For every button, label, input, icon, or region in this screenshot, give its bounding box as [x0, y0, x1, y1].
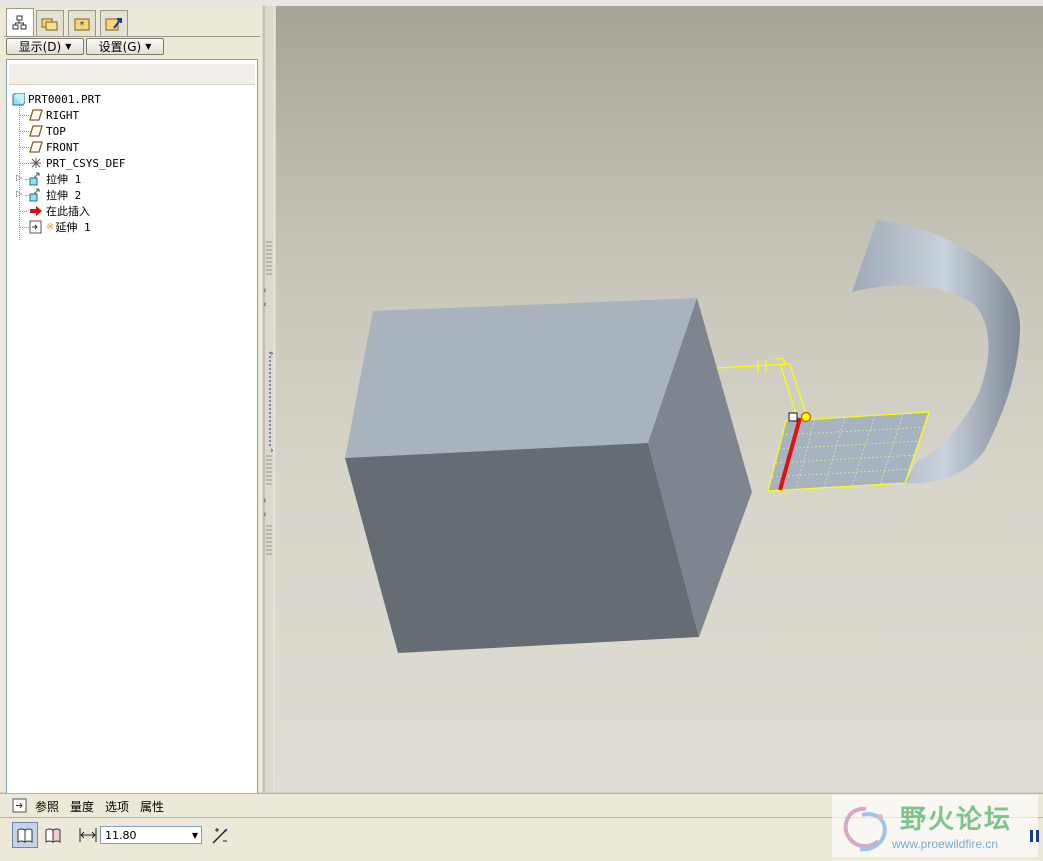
tab-model-tree[interactable] — [6, 8, 34, 36]
dimension-leader[interactable] — [716, 357, 807, 415]
same-surface-button[interactable] — [12, 822, 38, 848]
box-top-face[interactable] — [345, 298, 697, 458]
settings-menu-button[interactable]: 设置(G) ▼ — [86, 38, 164, 55]
forum-watermark: 野火论坛 www.proewildfire.cn — [832, 795, 1038, 857]
tree-item-csys[interactable]: PRT_CSYS_DEF — [29, 155, 125, 171]
extend-feature-icon — [29, 220, 43, 234]
tree-item-part[interactable]: PRT0001.PRT — [11, 91, 101, 107]
tree-item-insert-here[interactable]: 在此插入 — [29, 203, 90, 219]
show-menu-label: 显示(D) — [18, 40, 62, 54]
flip-direction-icon[interactable] — [210, 826, 232, 849]
tree-item-label: FRONT — [46, 140, 80, 154]
favorites-icon: * — [74, 18, 90, 31]
tree-item-label: PRT_CSYS_DEF — [46, 156, 126, 170]
model-tree-header — [9, 64, 255, 85]
distance-value-field[interactable]: 11.80 ▼ — [100, 826, 202, 844]
drag-handle-square[interactable] — [788, 412, 798, 422]
connections-icon — [105, 17, 122, 30]
tangent-surface-button[interactable] — [42, 824, 64, 846]
splitter-grip: ‹ ‹ › › ‹ ‹ — [263, 6, 275, 792]
model-graphics[interactable] — [276, 6, 1043, 792]
tree-item-label: 在此插入 — [46, 205, 90, 218]
watermark-title: 野火论坛 — [900, 805, 1013, 835]
tree-item-label: 拉伸 1 — [46, 173, 82, 186]
model-tree-icon — [12, 15, 27, 29]
extrude-icon — [29, 188, 43, 202]
datum-plane-icon — [29, 124, 43, 138]
tree-item-extrude-1[interactable]: 拉伸 1 — [29, 171, 81, 187]
tab-measures[interactable]: 量度 — [70, 798, 94, 815]
distance-icon — [78, 826, 98, 847]
tree-item-label: RIGHT — [46, 108, 80, 122]
book-arrow-icon — [45, 828, 61, 843]
tab-favorites[interactable]: * — [68, 10, 96, 36]
graphics-viewport[interactable] — [276, 6, 1043, 792]
tree-item-datum-top[interactable]: TOP — [29, 123, 66, 139]
expand-triangle-icon[interactable]: ▷ — [16, 189, 22, 198]
tree-item-label: PRT0001.PRT — [28, 92, 101, 106]
tab-folder-browser[interactable] — [36, 10, 64, 36]
panel-splitter[interactable]: ‹ ‹ › › ‹ ‹ — [262, 6, 276, 792]
navigator-panel: * 显示(D)▼ 设置(G)▼ ▷ ▷ PRT0001.PRT RIGHT — [0, 6, 262, 794]
svg-text:›: › — [270, 446, 274, 456]
expand-triangle-icon[interactable]: ▷ — [16, 173, 22, 182]
watermark-url: www.proewildfire.cn — [892, 837, 999, 851]
tree-item-extend-1[interactable]: ※ 延伸 1 — [29, 219, 91, 235]
csys-icon — [29, 156, 43, 170]
svg-text:‹: ‹ — [263, 496, 267, 506]
insert-here-arrow-icon — [29, 204, 43, 218]
chevron-down-icon[interactable]: ▼ — [192, 831, 198, 840]
model-tree[interactable]: ▷ ▷ PRT0001.PRT RIGHT TOP FRONT PRT_CSYS… — [6, 59, 258, 794]
feature-marker-icon: ※ — [46, 221, 55, 233]
pause-icon[interactable] — [1030, 830, 1040, 842]
tree-item-label: 延伸 1 — [55, 221, 91, 234]
distance-value: 11.80 — [105, 828, 137, 842]
box-front-face[interactable] — [345, 443, 699, 653]
tree-connector — [19, 102, 20, 240]
drag-handle-circle[interactable] — [800, 411, 812, 423]
extend-dashboard-icon — [12, 798, 28, 817]
show-menu-button[interactable]: 显示(D) ▼ — [6, 38, 84, 55]
svg-text:‹: ‹ — [263, 510, 267, 520]
tab-connections[interactable] — [100, 10, 128, 36]
settings-menu-label: 设置(G) — [98, 40, 142, 54]
svg-text:‹: ‹ — [263, 286, 267, 296]
chevron-down-icon: ▼ — [65, 42, 72, 51]
svg-text:›: › — [270, 349, 274, 359]
tree-item-label: TOP — [46, 124, 66, 138]
book-open-icon — [17, 828, 33, 843]
tab-options[interactable]: 选项 — [105, 798, 129, 815]
tree-item-label: 拉伸 2 — [46, 189, 82, 202]
datum-plane-icon — [29, 108, 43, 122]
watermark-logo — [843, 806, 887, 852]
svg-text:*: * — [80, 20, 85, 31]
tree-item-datum-front[interactable]: FRONT — [29, 139, 79, 155]
tab-properties[interactable]: 属性 — [140, 798, 164, 815]
tree-item-extrude-2[interactable]: 拉伸 2 — [29, 187, 81, 203]
tab-row-divider — [4, 36, 260, 37]
svg-text:‹: ‹ — [263, 300, 267, 310]
folder-browser-icon — [41, 18, 58, 30]
extrude-icon — [29, 172, 43, 186]
tree-item-datum-right[interactable]: RIGHT — [29, 107, 79, 123]
part-icon — [11, 92, 25, 106]
datum-plane-icon — [29, 140, 43, 154]
tab-references[interactable]: 参照 — [35, 798, 59, 815]
chevron-down-icon: ▼ — [145, 42, 152, 51]
